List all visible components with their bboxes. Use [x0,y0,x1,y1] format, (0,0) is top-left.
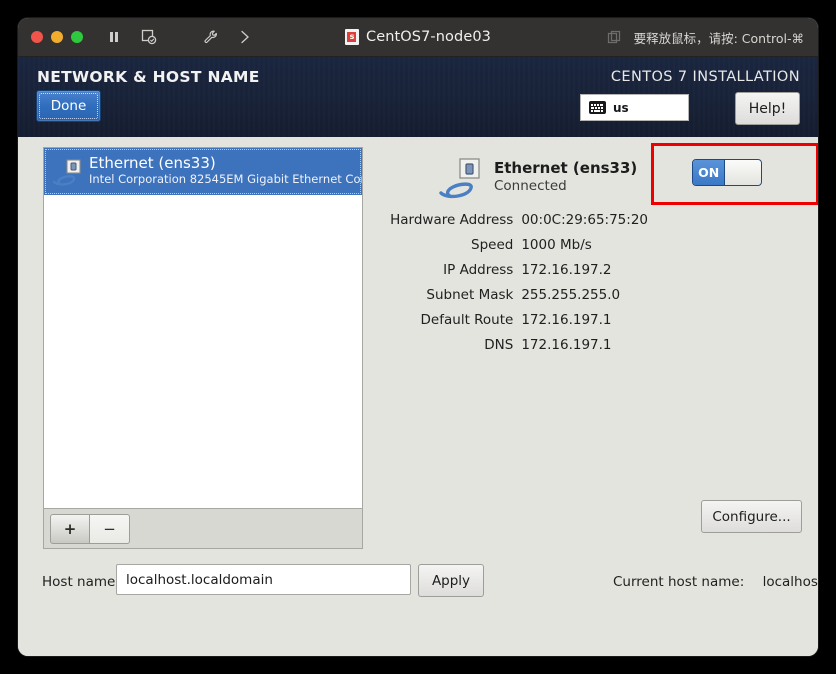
page-content: Ethernet (ens33) Intel Corporation 82545… [18,137,818,656]
vm-window: s CentOS7-node03 要释放鼠标，请按: Control-⌘ NET… [18,18,818,656]
interface-power-toggle[interactable]: ON [692,159,762,186]
keyboard-layout-indicator[interactable]: us [580,94,689,121]
hostname-label: Host name: [42,574,120,590]
interface-name: Ethernet (ens33) [494,159,638,178]
remove-interface-button[interactable]: − [90,513,130,544]
window-controls [31,31,83,43]
info-label: Speed [471,236,514,253]
vm-toolbar-right [202,28,254,46]
done-button[interactable]: Done [36,90,101,122]
interface-status: Connected [494,178,567,195]
apply-button[interactable]: Apply [418,564,484,597]
toggle-knob [724,160,761,185]
ethernet-icon [52,157,82,187]
add-interface-button[interactable]: + [50,513,90,544]
info-value: 255.255.255.0 [521,286,621,303]
current-hostname-value: localhost [762,574,818,590]
interface-detail-header: Ethernet (ens33) Connected [438,155,637,200]
info-label: DNS [484,336,514,353]
help-button[interactable]: Help! [735,92,800,125]
info-label: Hardware Address [390,211,514,228]
configure-button[interactable]: Configure... [701,500,802,533]
close-window-icon[interactable] [31,31,43,43]
list-item[interactable]: Ethernet (ens33) Intel Corporation 82545… [44,148,362,195]
pause-icon[interactable] [105,28,123,46]
info-label: Default Route [420,311,514,328]
info-label: Subnet Mask [426,286,514,303]
info-value: 172.16.197.1 [521,311,612,328]
current-hostname-label: Current host name: [613,574,745,590]
list-item-title: Ethernet (ens33) [89,155,216,172]
copy-icon[interactable] [607,30,622,45]
mouse-release-hint: 要释放鼠标，请按: Control-⌘ [633,30,804,46]
interface-list[interactable]: Ethernet (ens33) Intel Corporation 82545… [43,147,363,509]
keyboard-layout-label: us [613,100,629,115]
vm-document-icon: s [344,29,359,45]
minimize-window-icon[interactable] [51,31,63,43]
info-value: 00:0C:29:65:75:20 [521,211,648,228]
hostname-input[interactable] [116,564,411,595]
vm-document-badge: s [347,32,357,42]
snapshot-icon[interactable] [140,28,158,46]
current-hostname: Current host name: localhost [613,574,818,590]
table-row: DNS 172.16.197.1 [368,332,648,357]
page-title: NETWORK & HOST NAME [37,68,260,86]
installer-header: NETWORK & HOST NAME Done CENTOS 7 INSTAL… [18,57,818,137]
ethernet-icon [438,155,483,200]
window-title: CentOS7-node03 [365,29,492,45]
toggle-on-label: ON [693,160,725,185]
table-row: Speed 1000 Mb/s [368,232,648,257]
keyboard-icon [589,101,606,114]
vm-toolbar-left [105,28,158,46]
info-label: IP Address [443,261,514,278]
installation-label: CENTOS 7 INSTALLATION [610,69,800,85]
window-title-right: 要释放鼠标，请按: Control-⌘ [607,18,804,56]
table-row: IP Address 172.16.197.2 [368,257,648,282]
info-value: 1000 Mb/s [521,236,592,253]
table-row: Subnet Mask 255.255.255.0 [368,282,648,307]
interface-info-table: Hardware Address 00:0C:29:65:75:20 Speed… [368,207,648,357]
chevron-right-icon[interactable] [236,28,254,46]
table-row: Default Route 172.16.197.1 [368,307,648,332]
maximize-window-icon[interactable] [71,31,83,43]
interface-list-toolbar: + − [43,509,363,549]
wrench-icon[interactable] [202,28,220,46]
table-row: Hardware Address 00:0C:29:65:75:20 [368,207,648,232]
window-titlebar: s CentOS7-node03 要释放鼠标，请按: Control-⌘ [18,18,818,57]
list-item-description: Intel Corporation 82545EM Gigabit Ethern… [89,171,362,186]
info-value: 172.16.197.2 [521,261,612,278]
info-value: 172.16.197.1 [521,336,612,353]
